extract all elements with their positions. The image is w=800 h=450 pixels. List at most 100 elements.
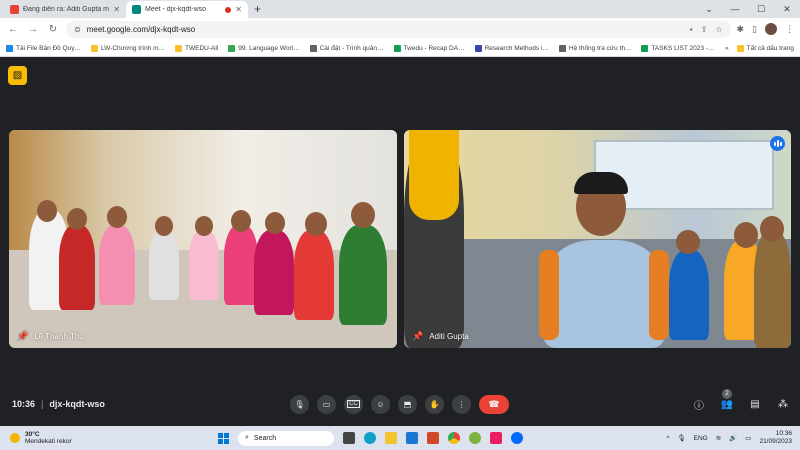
- volume-icon[interactable]: 🔊: [729, 434, 737, 442]
- sheets-icon: [641, 44, 649, 52]
- taskbar-apps: ⌕ Search: [218, 430, 523, 446]
- close-tab-icon[interactable]: ✕: [113, 5, 120, 14]
- extensions-icon[interactable]: ✱: [737, 24, 745, 35]
- microphone-tray-icon[interactable]: 🎙: [677, 434, 685, 442]
- windows-start-icon[interactable]: [218, 432, 229, 444]
- close-tab-icon[interactable]: ✕: [235, 5, 242, 14]
- raise-hand-button[interactable]: ✋: [425, 394, 444, 414]
- captions-button[interactable]: CC: [344, 394, 363, 414]
- weather-desc: Mendekati rekor: [25, 438, 72, 445]
- pin-icon[interactable]: 📌: [412, 331, 423, 342]
- chrome-icon[interactable]: [448, 432, 460, 444]
- forward-icon[interactable]: →: [26, 24, 40, 35]
- more-options-button[interactable]: ⋮: [452, 394, 471, 414]
- mail-icon[interactable]: [406, 432, 418, 444]
- chat-icon[interactable]: ▤: [748, 399, 762, 410]
- camera-button[interactable]: ▭: [317, 394, 336, 414]
- bookmark-item[interactable]: TASKS LIST 2023 -…: [641, 44, 714, 52]
- reactions-button[interactable]: ☺: [371, 394, 390, 414]
- folder-icon: [736, 44, 744, 52]
- camera-in-use-icon[interactable]: ▪: [690, 25, 693, 34]
- emoji-icon: ☺: [376, 399, 385, 409]
- microphone-icon: 🎙: [294, 399, 305, 409]
- taskview-icon[interactable]: [343, 432, 355, 444]
- drive-icon: [228, 44, 236, 52]
- activities-icon[interactable]: ⁂: [776, 399, 790, 410]
- clock-time: 10:36: [775, 430, 792, 437]
- powerpoint-icon[interactable]: [427, 432, 439, 444]
- new-tab-button[interactable]: +: [248, 1, 267, 18]
- bookmark-item[interactable]: Research Methods i…: [474, 44, 549, 52]
- bookmark-star-icon[interactable]: ☆: [715, 25, 722, 34]
- pin-icon[interactable]: 📌: [17, 331, 28, 342]
- video-feed: [404, 130, 791, 348]
- more-vert-icon: ⋮: [457, 399, 466, 409]
- taskbar-search[interactable]: ⌕ Search: [238, 430, 334, 446]
- app-icon[interactable]: [469, 432, 481, 444]
- menu-icon[interactable]: ⋮: [785, 24, 794, 35]
- edge-icon[interactable]: [364, 432, 376, 444]
- file-explorer-icon[interactable]: [385, 432, 397, 444]
- bookmark-item[interactable]: Hệ thống tra cứu th…: [558, 44, 631, 52]
- bookmark-item[interactable]: Twedu - Recap DA…: [393, 44, 465, 52]
- bookmark-item[interactable]: TWEDU-All: [175, 44, 218, 52]
- bookmark-item[interactable]: Cài đặt - Trình quản…: [309, 44, 384, 52]
- folder-icon: [91, 44, 99, 52]
- all-bookmarks[interactable]: Tất cả dấu trang: [736, 44, 794, 52]
- reload-icon[interactable]: ↻: [46, 24, 60, 35]
- window-controls: ⌄ — ☐ ✕: [696, 0, 800, 18]
- clock-date: 21/09/2023: [759, 438, 792, 445]
- meet-icon: [132, 5, 141, 14]
- tab-label: Đang diễn ra: Aditi Gupta muốn…: [23, 6, 109, 13]
- meeting-details-icon[interactable]: ⓘ: [692, 397, 706, 412]
- show-hidden-icons-icon[interactable]: ^: [666, 435, 669, 442]
- battery-icon[interactable]: ▭: [745, 434, 751, 442]
- windows-taskbar: 30°C Mendekati rekor ⌕ Search ^ 🎙 ENG ≋ …: [0, 426, 800, 450]
- bookmark-item[interactable]: Tải File Bản Đồ Quy…: [6, 44, 81, 52]
- present-screen-icon: ⬒: [403, 399, 412, 409]
- sidebar-icon[interactable]: ▯: [752, 24, 757, 35]
- weather-temp: 30°C: [25, 431, 40, 438]
- participant-tile[interactable]: 📌 Lê Thanh Thu: [9, 130, 397, 348]
- bookmark-item[interactable]: 99. Language Worl…: [228, 44, 300, 52]
- weather-widget[interactable]: 30°C Mendekati rekor: [10, 431, 72, 445]
- taskbar-clock[interactable]: 10:36 21/09/2023: [759, 430, 792, 446]
- app-icon[interactable]: [490, 432, 502, 444]
- site-info-icon[interactable]: ⊜: [74, 25, 81, 34]
- participant-count-badge: 2: [722, 388, 732, 399]
- bookmark-item[interactable]: LW-Chương trình m…: [91, 44, 165, 52]
- maximize-icon[interactable]: ☐: [748, 0, 774, 18]
- tab-gmail[interactable]: Đang diễn ra: Aditi Gupta muốn… ✕: [4, 1, 126, 18]
- search-icon: ⌕: [245, 434, 249, 441]
- close-window-icon[interactable]: ✕: [774, 0, 800, 18]
- tab-search-icon[interactable]: ⌄: [696, 0, 722, 18]
- present-button[interactable]: ⬒: [398, 394, 417, 414]
- microphone-button[interactable]: 🎙: [290, 394, 309, 414]
- zalo-icon[interactable]: [511, 432, 523, 444]
- people-button[interactable]: 2 👥: [720, 388, 734, 410]
- tab-meet[interactable]: Meet - djx-kqdt-wso ✕: [126, 1, 248, 18]
- language-indicator[interactable]: ENG: [694, 435, 708, 442]
- participant-name-tag: 📌 Aditi Gupta: [412, 331, 469, 342]
- bookmarks-bar: Tải File Bản Đồ Quy… LW-Chương trình m… …: [0, 40, 800, 57]
- participant-tile[interactable]: 📌 Aditi Gupta: [404, 130, 791, 348]
- back-icon[interactable]: ←: [6, 24, 20, 35]
- wifi-icon[interactable]: ≋: [716, 434, 721, 442]
- captions-off-button[interactable]: ▨: [8, 66, 27, 85]
- weather-thermometer-icon: [10, 433, 20, 443]
- center-controls: 🎙 ▭ CC ☺ ⬒ ✋ ⋮ ☎: [290, 394, 509, 414]
- minimize-icon[interactable]: —: [722, 0, 748, 18]
- hand-icon: ✋: [429, 399, 440, 409]
- video-feed: [9, 130, 397, 348]
- more-bookmarks-icon[interactable]: »: [725, 45, 729, 52]
- folder-icon: [175, 44, 183, 52]
- meet-stage: ▨ 📌 Lê Thanh Thu 📌 Aditi Gupta 10:36 | d…: [0, 57, 800, 426]
- search-label: Search: [253, 434, 277, 442]
- participant-name: Lê Thanh Thu: [34, 332, 84, 341]
- participant-name-tag: 📌 Lê Thanh Thu: [17, 331, 84, 342]
- avatar[interactable]: [765, 23, 777, 35]
- share-icon[interactable]: ⇪: [701, 25, 708, 34]
- meeting-code: djx-kqdt-wso: [49, 399, 105, 409]
- end-call-button[interactable]: ☎: [479, 394, 509, 414]
- address-bar[interactable]: ⊜ meet.google.com/djx-kqdt-wso ▪ ⇪ ☆: [66, 20, 731, 38]
